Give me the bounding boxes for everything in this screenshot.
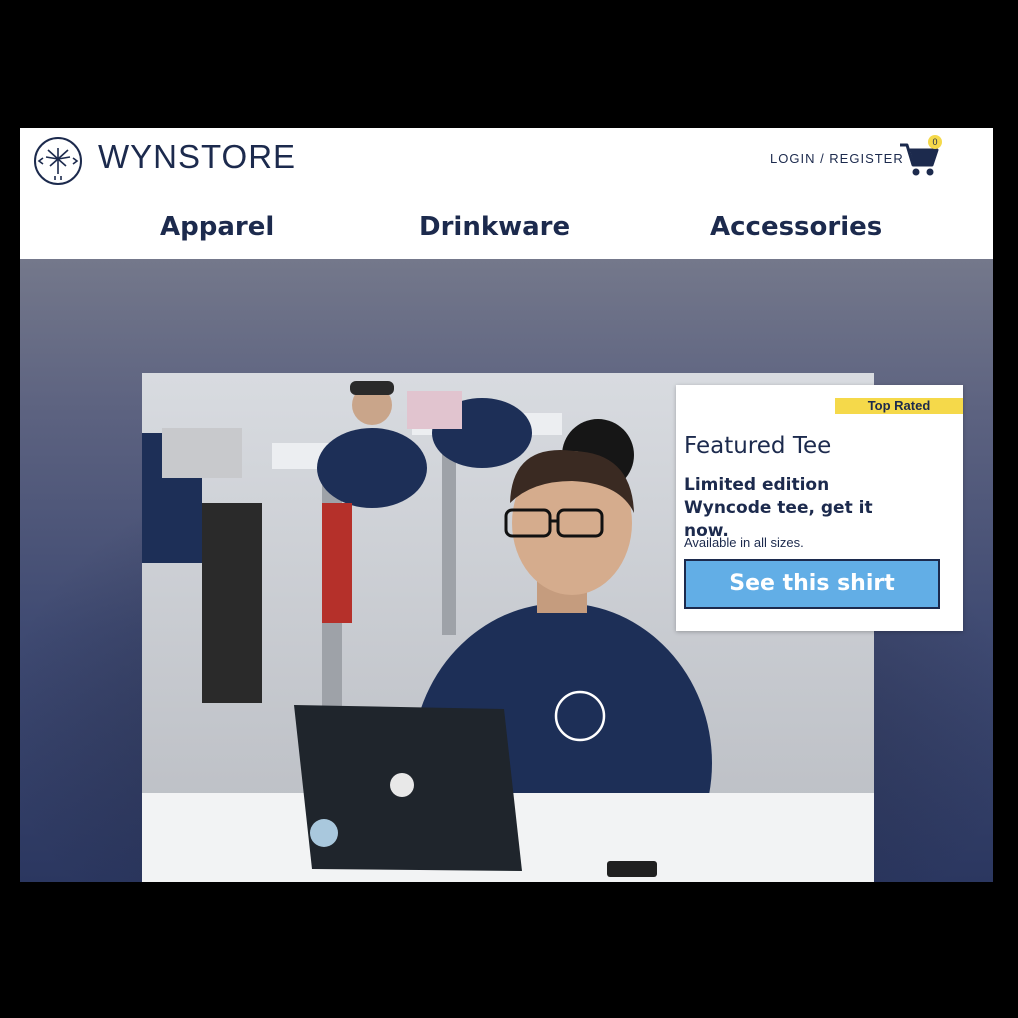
nav-item-accessories[interactable]: Accessories	[710, 212, 882, 242]
featured-description: Limited edition Wyncode tee, get it now.	[684, 475, 873, 541]
brand-name[interactable]: WYNSTORE	[98, 138, 296, 176]
nav-item-drinkware[interactable]: Drinkware	[419, 212, 570, 242]
cart-count-badge: 0	[928, 135, 942, 149]
login-register-link[interactable]: LOGIN / REGISTER	[770, 151, 904, 166]
palm-compass-icon[interactable]	[32, 135, 84, 187]
site-header: WYNSTORE LOGIN / REGISTER 0 Apparel Drin…	[20, 128, 993, 259]
featured-product-card: Top Rated Featured Tee Limited edition W…	[676, 385, 963, 631]
top-rated-badge: Top Rated	[835, 398, 963, 414]
featured-title: Featured Tee	[684, 433, 832, 459]
featured-availability: Available in all sizes.	[684, 535, 804, 550]
see-shirt-button[interactable]: See this shirt	[684, 559, 940, 609]
main-nav: Apparel Drinkware Accessories	[20, 206, 993, 256]
nav-item-apparel[interactable]: Apparel	[160, 212, 274, 242]
